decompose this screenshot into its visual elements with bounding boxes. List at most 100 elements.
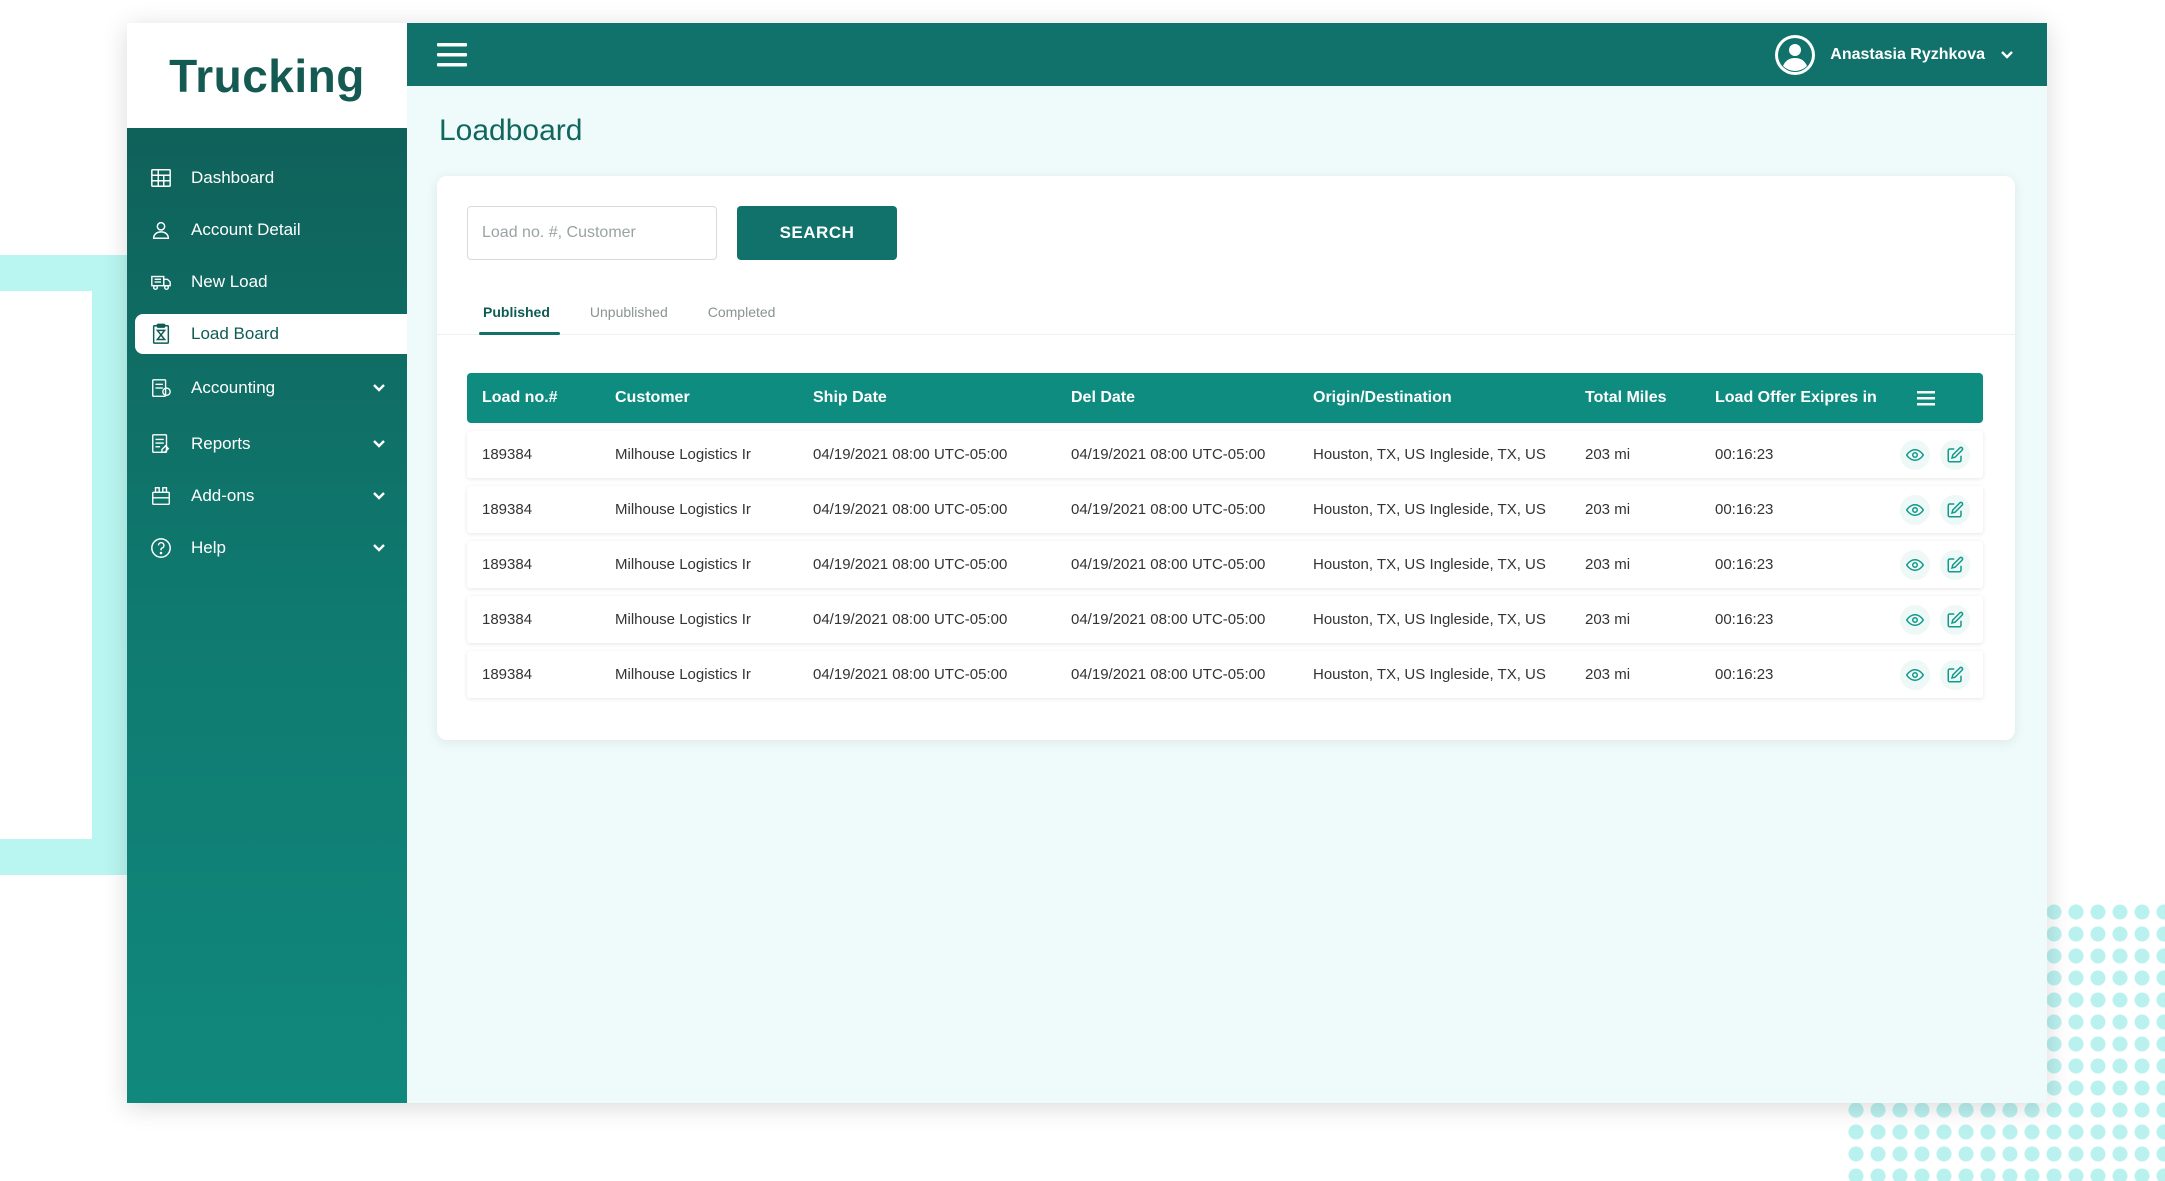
user-icon [147,218,175,242]
tab-bar: Published Unpublished Completed [437,290,2015,335]
app-window: Trucking Dashboard Account Detail New Lo… [127,23,2047,1103]
chevron-down-icon [373,440,385,448]
edit-button[interactable] [1940,549,1970,580]
search-button[interactable]: SEARCH [737,206,897,260]
truck-icon [147,270,175,294]
cell-customer: Milhouse Logistics Ir [615,501,751,518]
sidebar-item-reports[interactable]: Reports [127,424,407,464]
page-content: Loadboard SEARCH Published Unpublished C… [407,86,2047,768]
view-button[interactable] [1900,494,1930,525]
tab-published[interactable]: Published [479,290,560,335]
accounting-icon [147,376,175,400]
cell-customer: Milhouse Logistics Ir [615,611,751,628]
column-menu [1900,388,1983,408]
table-row: 189384 Milhouse Logistics Ir 04/19/2021 … [467,596,1983,643]
sidebar-item-dashboard[interactable]: Dashboard [127,158,407,198]
column-header[interactable]: Load no.# [467,389,600,407]
cell-origin-destination: Houston, TX, US Ingleside, TX, US [1313,556,1546,573]
sidebar-item-label: New Load [191,272,268,291]
user-name: Anastasia Ryzhkova [1830,45,1985,63]
cell-offer-expires: 00:16:23 [1715,556,1774,573]
edit-icon [1947,556,1964,572]
sidebar-item-label: Help [191,538,226,557]
chevron-down-icon [2001,50,2013,59]
sidebar-item-help[interactable]: Help [127,528,407,568]
column-header[interactable]: Del Date [1056,389,1298,407]
edit-button[interactable] [1940,439,1970,470]
logo: Trucking [127,23,407,128]
tab-completed[interactable]: Completed [708,290,776,334]
cell-customer: Milhouse Logistics Ir [615,446,751,463]
cell-del-date: 04/19/2021 08:00 UTC-05:00 [1071,446,1266,463]
view-button[interactable] [1900,659,1930,690]
eye-icon [1906,448,1924,461]
brand-name: Trucking [169,49,365,102]
edit-button[interactable] [1940,604,1970,635]
sidebar-item-label: Dashboard [191,168,275,187]
cell-del-date: 04/19/2021 08:00 UTC-05:00 [1071,556,1266,573]
cell-offer-expires: 00:16:23 [1715,446,1774,463]
cell-ship-date: 04/19/2021 08:00 UTC-05:00 [813,556,1008,573]
sidebar-item-label: Accounting [191,378,276,397]
column-header[interactable]: Load Offer Exipres in [1700,389,1900,407]
sidebar-item-label: Add-ons [191,486,255,505]
user-menu[interactable]: Anastasia Ryzhkova [1774,34,2015,76]
cell-ship-date: 04/19/2021 08:00 UTC-05:00 [813,611,1008,628]
column-header[interactable]: Ship Date [798,389,1056,407]
cell-customer: Milhouse Logistics Ir [615,556,751,573]
dashboard-icon [147,166,175,190]
sidebar-item-label: Reports [191,434,251,453]
eye-icon [1906,613,1924,626]
table-row: 189384 Milhouse Logistics Ir 04/19/2021 … [467,651,1983,698]
addons-icon [147,484,175,508]
view-button[interactable] [1900,549,1930,580]
cell-origin-destination: Houston, TX, US Ingleside, TX, US [1313,611,1546,628]
eye-icon [1906,503,1924,516]
cell-offer-expires: 00:16:23 [1715,666,1774,683]
chevron-down-icon [373,544,385,552]
table-row: 189384 Milhouse Logistics Ir 04/19/2021 … [467,541,1983,588]
chevron-down-icon [373,492,385,500]
column-menu-icon[interactable] [1914,388,1938,408]
sidebar-item-new-load[interactable]: New Load [127,262,407,302]
decorative-frame [0,255,128,875]
view-button[interactable] [1900,439,1930,470]
cell-origin-destination: Houston, TX, US Ingleside, TX, US [1313,666,1546,683]
cell-total-miles: 203 mi [1585,666,1631,683]
clipboard-icon [147,322,175,346]
cell-ship-date: 04/19/2021 08:00 UTC-05:00 [813,446,1008,463]
edit-icon [1947,666,1964,682]
column-header[interactable]: Customer [600,389,798,407]
sidebar-nav: Dashboard Account Detail New Load Load B… [127,128,407,568]
sidebar-item-load-board[interactable]: Load Board [135,314,407,354]
view-button[interactable] [1900,604,1930,635]
eye-icon [1906,558,1924,571]
row-actions [1900,439,1983,470]
sidebar-item-label: Load Board [191,324,279,343]
cell-load-no: 189384 [482,501,533,518]
row-actions [1900,549,1983,580]
sidebar-item-label: Account Detail [191,220,301,239]
table-row: 189384 Milhouse Logistics Ir 04/19/2021 … [467,431,1983,478]
sidebar-item-account-detail[interactable]: Account Detail [127,210,407,250]
cell-load-no: 189384 [482,556,533,573]
cell-load-no: 189384 [482,611,533,628]
row-actions [1900,659,1983,690]
edit-button[interactable] [1940,494,1970,525]
column-header[interactable]: Origin/Destination [1298,389,1570,407]
edit-button[interactable] [1940,659,1970,690]
cell-ship-date: 04/19/2021 08:00 UTC-05:00 [813,501,1008,518]
cell-total-miles: 203 mi [1585,446,1631,463]
table-row: 189384 Milhouse Logistics Ir 04/19/2021 … [467,486,1983,533]
column-header[interactable]: Total Miles [1570,389,1700,407]
reports-icon [147,432,175,456]
search-input[interactable] [467,206,717,260]
user-circle-icon [1775,34,1816,75]
tab-unpublished[interactable]: Unpublished [590,290,668,334]
page-title: Loadboard [439,114,583,147]
top-bar: Anastasia Ryzhkova [407,23,2047,86]
hamburger-icon[interactable] [437,42,467,68]
sidebar-item-add-ons[interactable]: Add-ons [127,476,407,516]
sidebar-item-accounting[interactable]: Accounting [127,368,407,408]
edit-icon [1947,446,1964,462]
